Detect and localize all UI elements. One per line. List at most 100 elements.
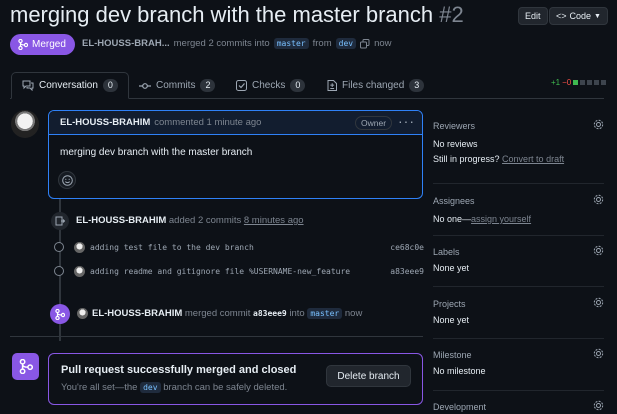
sidebar-heading[interactable]: Milestone (433, 350, 604, 360)
tab-label: Files changed (342, 80, 405, 91)
tab-checks[interactable]: Checks 0 (226, 72, 315, 99)
event-time[interactable]: 8 minutes ago (244, 215, 304, 226)
merge-subtitle: You're all set—the dev branch can be saf… (61, 382, 287, 393)
diffstat: +1 −0 (551, 78, 607, 87)
tab-label: Conversation (39, 80, 98, 91)
diffstat-block (580, 80, 586, 85)
sidebar-labels: Labels None yet (433, 245, 604, 273)
comment-action: commented (154, 117, 204, 128)
merge-event: EL-HOUSS-BRAHIM merged commit a83eee9 in… (92, 308, 362, 319)
comment-header: EL-HOUSS-BRAHIM commented 1 minute ago O… (49, 111, 422, 135)
merge-branch[interactable]: master (307, 308, 343, 319)
convert-to-draft-link[interactable]: Convert to draft (502, 154, 564, 164)
pr-number: #2 (439, 2, 464, 27)
code-label: Code (569, 11, 592, 21)
sidebar-divider (433, 235, 604, 236)
commit-sha[interactable]: a83eee9 (390, 267, 424, 276)
smiley-icon (61, 174, 73, 186)
owner-badge: Owner (355, 116, 393, 130)
sidebar-heading[interactable]: Development (433, 402, 604, 412)
merge-icon (50, 304, 70, 324)
pr-title: merging dev branch with the master branc… (10, 2, 464, 28)
tab-count: 2 (200, 79, 216, 92)
commit-sha[interactable]: ce68c0e (390, 243, 424, 252)
sidebar-value: None yet (433, 315, 470, 325)
tab-label: Checks (252, 80, 286, 91)
edit-button[interactable]: Edit (518, 7, 548, 25)
event-author[interactable]: EL-HOUSS-BRAHIM (76, 215, 166, 226)
merge-icon (12, 353, 39, 380)
merged-text: merged 2 commits into (173, 38, 270, 49)
commit-icon (139, 82, 151, 89)
assign-yourself-link[interactable]: assign yourself (471, 214, 531, 224)
sidebar-assignees: Assignees No one—assign yourself (433, 194, 604, 224)
event-time: now (344, 308, 363, 319)
tab-label: Commits (156, 80, 196, 91)
sidebar-divider (433, 338, 604, 339)
caret-down-icon: ▼ (594, 12, 601, 20)
event-author[interactable]: EL-HOUSS-BRAHIM (92, 308, 182, 319)
gear-icon[interactable] (593, 119, 604, 130)
avatar[interactable] (74, 241, 85, 253)
gear-icon[interactable] (593, 348, 604, 359)
avatar[interactable] (74, 265, 85, 277)
tab-count: 0 (290, 79, 306, 92)
commit-message[interactable]: adding test file to the dev branch (90, 243, 254, 252)
tab-conversation[interactable]: Conversation 0 (11, 72, 129, 99)
kebab-menu-icon[interactable]: ··· (398, 113, 415, 129)
copy-icon[interactable] (360, 38, 370, 49)
sidebar-divider (433, 390, 604, 391)
avatar[interactable] (77, 308, 88, 319)
sidebar-value: None yet (433, 263, 470, 273)
author-link[interactable]: EL-HOUSS-BRAH... (82, 38, 170, 49)
edit-label: Edit (525, 11, 541, 21)
gear-icon[interactable] (593, 194, 604, 205)
sidebar-value: No one—assign yourself (433, 214, 604, 224)
add-reaction-button[interactable] (58, 171, 76, 189)
merge-status-box: Pull request successfully merged and clo… (48, 353, 423, 405)
commit-row[interactable]: adding test file to the dev branch ce68c… (54, 240, 424, 254)
repo-push-icon (51, 212, 69, 230)
merge-sha[interactable]: a83eee9 (253, 309, 287, 318)
deletions-count: −0 (562, 78, 572, 87)
sidebar-heading[interactable]: Labels (433, 247, 604, 257)
progress-text: Still in progress? (433, 154, 500, 164)
pr-title-text: merging dev branch with the master branc… (10, 2, 434, 27)
commit-row[interactable]: adding readme and gitignore file %USERNA… (54, 264, 424, 278)
tab-count: 3 (409, 79, 425, 92)
base-branch[interactable]: master (273, 38, 309, 49)
checks-icon (236, 80, 247, 91)
gear-icon[interactable] (593, 297, 604, 308)
assignees-value: No one— (433, 214, 472, 224)
merge-meta: EL-HOUSS-BRAH... merged 2 commits into m… (82, 38, 392, 49)
code-button[interactable]: <> Code ▼ (549, 7, 608, 25)
tab-commits[interactable]: Commits 2 (129, 72, 225, 99)
diffstat-block (587, 80, 593, 85)
event-text: merged commit (184, 308, 251, 319)
delete-branch-button[interactable]: Delete branch (326, 365, 411, 387)
sidebar-value: No reviews (433, 139, 478, 149)
sidebar-heading[interactable]: Assignees (433, 196, 604, 206)
comment-time[interactable]: 1 minute ago (207, 117, 262, 128)
conversation-icon (22, 80, 34, 91)
code-icon: <> (556, 11, 567, 21)
comment-author[interactable]: EL-HOUSS-BRAHIM (60, 117, 150, 128)
comment-body: merging dev branch with the master branc… (60, 147, 253, 158)
head-branch[interactable]: dev (335, 38, 357, 49)
merged-status-badge: Merged (10, 34, 75, 55)
gear-icon[interactable] (593, 245, 604, 256)
merge-sub-prefix: You're all set—the (61, 382, 138, 393)
gear-icon[interactable] (593, 400, 604, 411)
tab-count: 0 (102, 79, 118, 92)
sidebar-heading[interactable]: Reviewers (433, 121, 604, 131)
tab-files-changed[interactable]: Files changed 3 (317, 72, 434, 99)
merge-sub-branch[interactable]: dev (140, 382, 161, 393)
from-text: from (312, 38, 332, 49)
into-text: into (289, 308, 305, 319)
avatar[interactable] (11, 110, 39, 138)
sidebar-heading[interactable]: Projects (433, 299, 604, 309)
commit-message[interactable]: adding readme and gitignore file %USERNA… (90, 267, 350, 276)
sidebar-divider (433, 286, 604, 287)
diffstat-block (601, 80, 607, 85)
merge-time: now (374, 38, 392, 49)
